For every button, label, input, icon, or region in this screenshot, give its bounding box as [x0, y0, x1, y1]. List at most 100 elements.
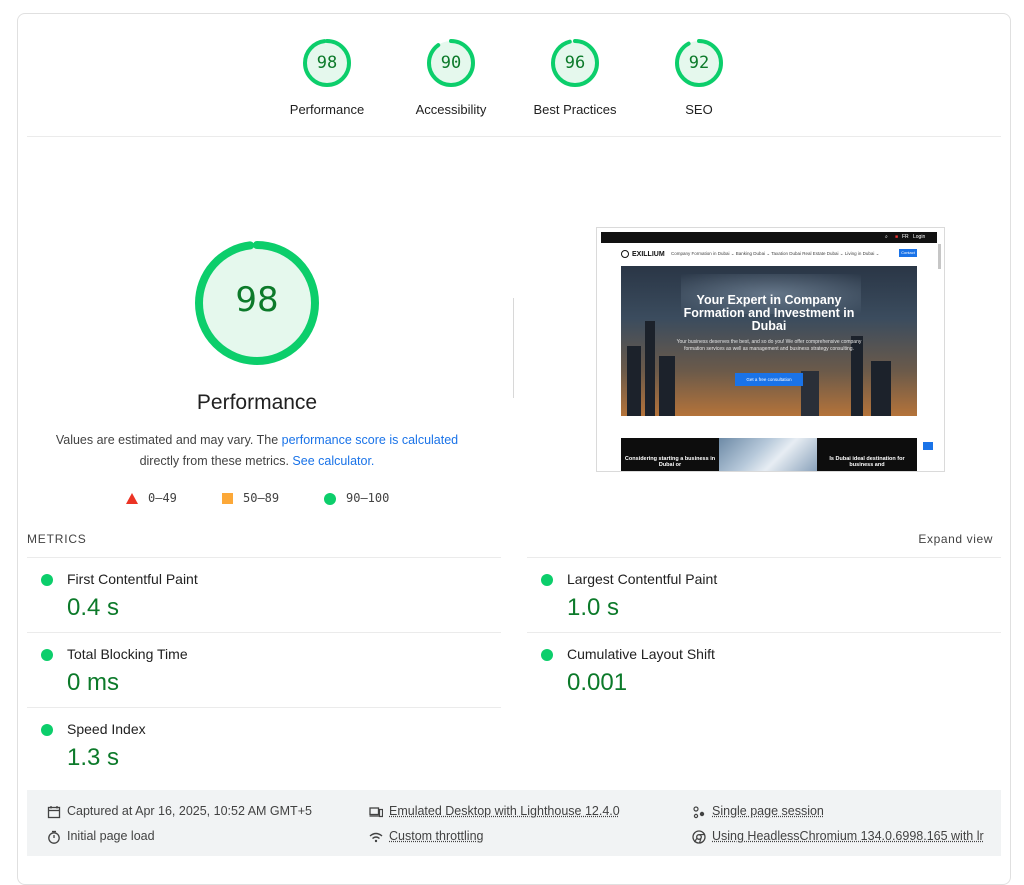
gauge-ring: 90 [426, 38, 476, 88]
performance-description: Values are estimated and may vary. The p… [47, 430, 467, 472]
emulated-text[interactable]: Emulated Desktop with Lighthouse 12.4.0 [389, 804, 620, 818]
legend-pass: 90–100 [324, 491, 389, 505]
thumb-topbar: ⌕ ■ FR Login [601, 232, 937, 243]
desc-text: Values are estimated and may vary. The [56, 433, 282, 447]
metric-first-contentful-paint: First Contentful Paint 0.4 s [27, 558, 477, 632]
browser-text[interactable]: Using HeadlessChromium 134.0.6998.165 wi… [712, 829, 984, 843]
thumb-logo: EXILLIUM [621, 250, 665, 258]
wifi-icon [369, 830, 383, 844]
chrome-icon [692, 830, 706, 844]
logo-mark-icon [621, 250, 629, 258]
thumb-login: Login [913, 232, 925, 243]
metric-value: 0.001 [567, 669, 627, 697]
metric-speed-index: Speed Index 1.3 s [27, 708, 477, 782]
hero-text: Your business deserves the best, and so … [673, 339, 865, 353]
desc-text: directly from these metrics. [140, 454, 293, 468]
thumb-cards: Considering starting a business in Dubai… [621, 438, 917, 471]
big-gauge-score: 98 [194, 240, 320, 366]
calendar-icon [47, 805, 61, 819]
flag-icon: ■ [895, 232, 898, 243]
gauge-score: 98 [302, 38, 352, 88]
circle-icon [324, 493, 336, 505]
metric-name: Largest Contentful Paint [567, 571, 717, 587]
see-calculator-link[interactable]: See calculator. [292, 454, 374, 468]
gauge-accessibility[interactable]: 90 Accessibility [391, 38, 511, 117]
gauge-seo[interactable]: 92 SEO [639, 38, 759, 117]
pass-dot-icon [41, 574, 53, 586]
hero-cta-button: Get a free consultation [735, 373, 803, 386]
thumb-card-image [719, 438, 817, 471]
search-icon: ⌕ [885, 232, 888, 243]
hero-title: Your Expert in Company Formation and Inv… [669, 294, 869, 333]
timer-icon [47, 830, 61, 844]
metrics-header: METRICS [27, 532, 87, 546]
thumb-lang: FR [902, 232, 909, 243]
metric-name: Cumulative Layout Shift [567, 646, 715, 662]
triangle-icon [126, 493, 138, 504]
vertical-divider [513, 298, 514, 398]
pass-dot-icon [541, 574, 553, 586]
pass-dot-icon [541, 649, 553, 661]
category-gauges: 98 Performance 90 Accessibility 96 Best … [0, 0, 1024, 136]
legend-pass-label: 90–100 [346, 491, 389, 505]
captured-text: Captured at Apr 16, 2025, 10:52 AM GMT+5 [67, 804, 312, 818]
gauge-score: 90 [426, 38, 476, 88]
thumb-scroll-top-button [923, 442, 933, 450]
expand-view-button[interactable]: Expand view [900, 532, 993, 546]
thumb-nav: EXILLIUM Company Formation in Dubai ⌄ Ba… [601, 246, 937, 262]
gauge-score: 92 [674, 38, 724, 88]
session-icon [692, 805, 706, 819]
score-calculated-link[interactable]: performance score is calculated [282, 433, 458, 447]
metric-largest-contentful-paint: Largest Contentful Paint 1.0 s [527, 558, 977, 632]
performance-big-gauge: 98 [194, 240, 320, 366]
metric-value: 0 ms [67, 669, 119, 697]
thumb-scrollbar [938, 244, 941, 269]
thumb-card: Is Dubai ideal destination for business … [817, 438, 917, 471]
custom-throttling[interactable]: Custom throttling [369, 829, 483, 844]
legend-average-label: 50–89 [243, 491, 279, 505]
legend-fail: 0–49 [126, 491, 177, 505]
metric-total-blocking-time: Total Blocking Time 0 ms [27, 633, 477, 707]
metric-name: First Contentful Paint [67, 571, 198, 587]
gauge-ring: 98 [302, 38, 352, 88]
final-screenshot[interactable]: ⌕ ■ FR Login EXILLIUM Company Formation … [596, 227, 945, 472]
runtime-settings: Captured at Apr 16, 2025, 10:52 AM GMT+5… [27, 790, 1001, 856]
load-text: Initial page load [67, 829, 155, 843]
gauge-label: Best Practices [515, 102, 635, 117]
metric-name: Total Blocking Time [67, 646, 188, 662]
thumb-brand: EXILLIUM [632, 251, 665, 258]
session-text[interactable]: Single page session [712, 804, 824, 818]
thumb-contact-button: Contact [899, 249, 917, 257]
devices-icon [369, 805, 383, 819]
captured-at: Captured at Apr 16, 2025, 10:52 AM GMT+5 [47, 804, 312, 819]
browser-version[interactable]: Using HeadlessChromium 134.0.6998.165 wi… [692, 829, 984, 844]
metric-value: 1.3 s [67, 744, 119, 772]
hero-building [801, 371, 819, 416]
emulated-desktop[interactable]: Emulated Desktop with Lighthouse 12.4.0 [369, 804, 620, 819]
metric-cumulative-layout-shift: Cumulative Layout Shift 0.001 [527, 633, 977, 707]
divider [27, 136, 1001, 137]
pass-dot-icon [41, 724, 53, 736]
hero-building [659, 356, 675, 416]
gauge-best-practices[interactable]: 96 Best Practices [515, 38, 635, 117]
hero-building [871, 361, 891, 416]
gauge-label: SEO [639, 102, 759, 117]
gauge-score: 96 [550, 38, 600, 88]
square-icon [222, 493, 233, 504]
thumb-hero: Your Expert in Company Formation and Inv… [621, 266, 917, 416]
thumb-nav-links: Company Formation in Dubai ⌄ Banking Dub… [671, 251, 879, 257]
legend-fail-label: 0–49 [148, 491, 177, 505]
hero-building [645, 321, 655, 416]
single-page-session[interactable]: Single page session [692, 804, 824, 819]
gauge-performance[interactable]: 98 Performance [267, 38, 387, 117]
gauge-label: Performance [267, 102, 387, 117]
hero-building [627, 346, 641, 416]
performance-title: Performance [127, 391, 387, 415]
throttling-text[interactable]: Custom throttling [389, 829, 483, 843]
gauge-ring: 92 [674, 38, 724, 88]
legend-average: 50–89 [222, 491, 279, 505]
gauge-label: Accessibility [391, 102, 511, 117]
gauge-ring: 96 [550, 38, 600, 88]
metric-name: Speed Index [67, 721, 146, 737]
pass-dot-icon [41, 649, 53, 661]
